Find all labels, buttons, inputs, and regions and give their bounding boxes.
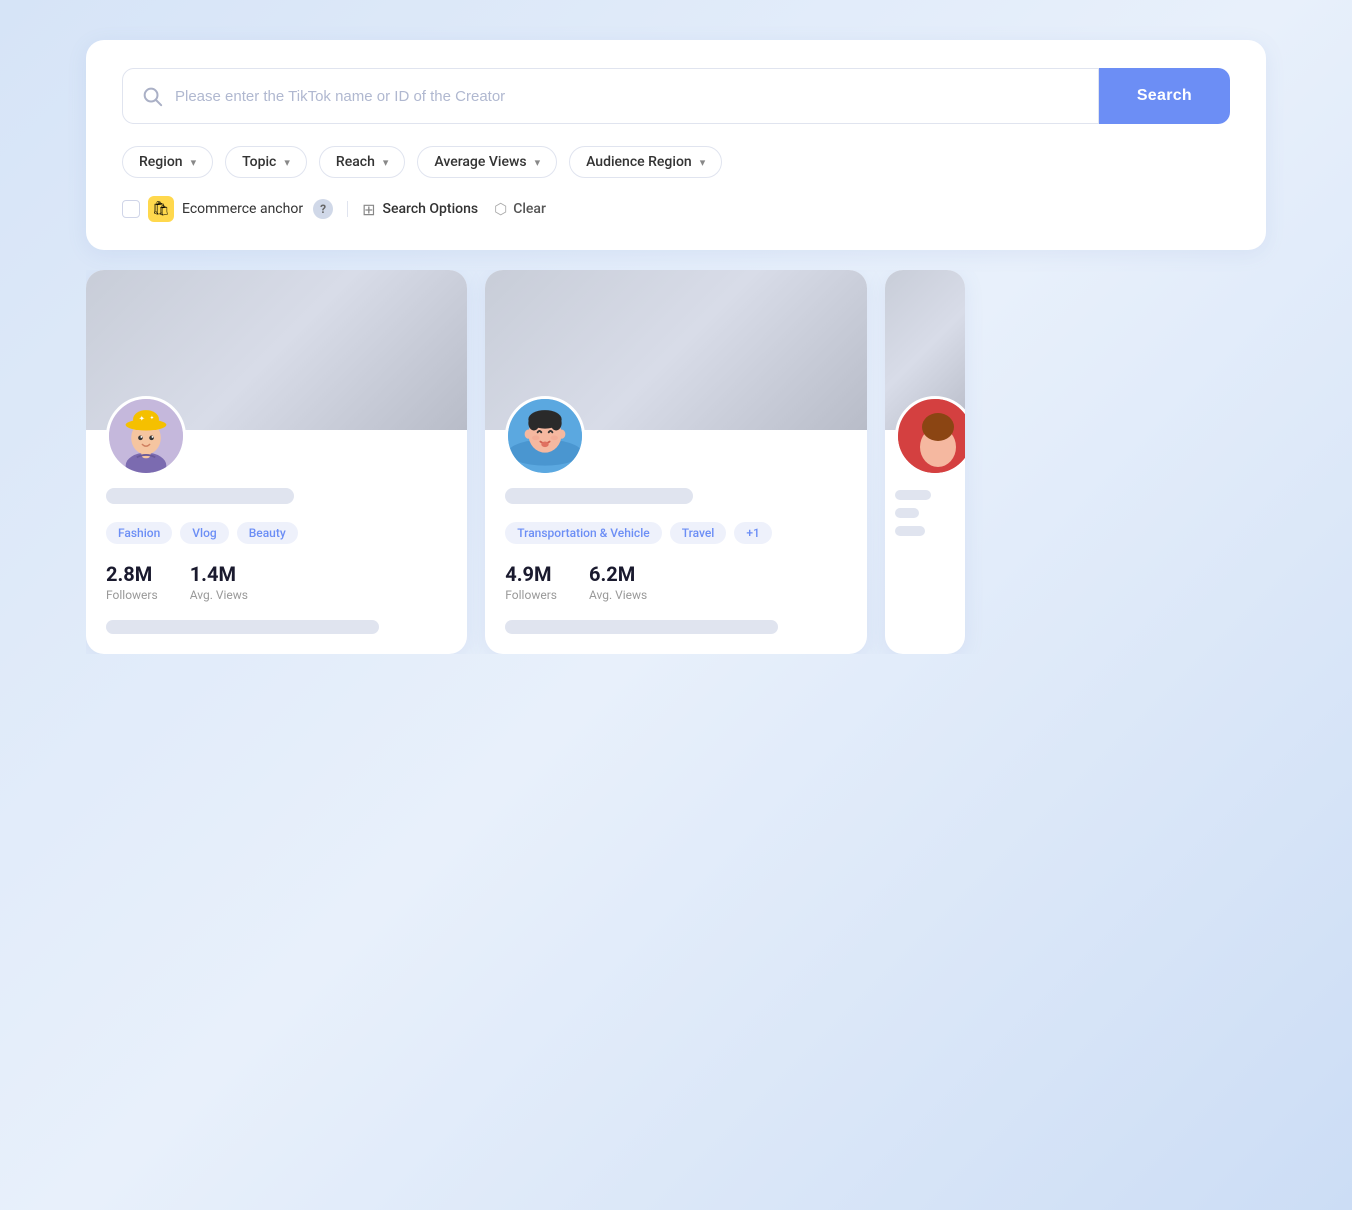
ecommerce-anchor-checkbox[interactable] (122, 200, 140, 218)
card-1-avatar: ✦ ✦ (106, 396, 186, 476)
options-row: 🛍 Ecommerce anchor ? ⊞ Search Options ⬡ … (122, 196, 1230, 222)
card-3-skel-3 (895, 526, 925, 536)
card-2-avatar (505, 396, 585, 476)
search-card: Search Region ▾ Topic ▾ Reach ▾ Average … (86, 40, 1266, 250)
card-2-body: Transportation & Vehicle Travel +1 4.9M … (485, 430, 866, 654)
divider (347, 201, 348, 217)
filter-row: Region ▾ Topic ▾ Reach ▾ Average Views ▾… (122, 146, 1230, 178)
card-2-followers-label: Followers (505, 588, 557, 602)
ecommerce-bag-icon: 🛍 (148, 196, 174, 222)
card-2-tag-transportation[interactable]: Transportation & Vehicle (505, 522, 661, 544)
card-2-avg-views-value: 6.2M (589, 562, 647, 586)
avatar-3-illustration (898, 399, 965, 476)
card-1-body: ✦ ✦ Fashion Vlog Beauty 2.8M (86, 430, 467, 654)
card-2-name-skeleton (505, 488, 693, 504)
card-1-avg-views-value: 1.4M (190, 562, 248, 586)
main-container: Search Region ▾ Topic ▾ Reach ▾ Average … (86, 40, 1266, 654)
card-3-avatar (895, 396, 965, 476)
card-2-action-skeleton (505, 620, 778, 634)
sliders-icon: ⊞ (362, 200, 375, 219)
creator-card-2[interactable]: Transportation & Vehicle Travel +1 4.9M … (485, 270, 866, 654)
avg-views-chevron-icon: ▾ (535, 156, 541, 169)
card-1-avg-views-label: Avg. Views (190, 588, 248, 602)
reach-dropdown[interactable]: Reach ▾ (319, 146, 405, 178)
audience-region-dropdown[interactable]: Audience Region ▾ (569, 146, 722, 178)
card-2-followers-value: 4.9M (505, 562, 557, 586)
card-2-tags: Transportation & Vehicle Travel +1 (505, 522, 846, 544)
avatar-2-illustration (508, 399, 582, 473)
cards-area: ✦ ✦ Fashion Vlog Beauty 2.8M (86, 270, 1266, 654)
search-row: Search (122, 68, 1230, 124)
card-2-avatar-wrap (505, 396, 846, 476)
card-1-tag-fashion[interactable]: Fashion (106, 522, 172, 544)
card-1-followers: 2.8M Followers (106, 562, 158, 602)
creator-card-3-partial[interactable] (885, 270, 965, 654)
card-2-avg-views: 6.2M Avg. Views (589, 562, 647, 602)
card-3-body (885, 430, 965, 560)
region-dropdown[interactable]: Region ▾ (122, 146, 213, 178)
card-1-name-skeleton (106, 488, 294, 504)
card-1-tags: Fashion Vlog Beauty (106, 522, 447, 544)
clear-icon: ⬡ (494, 200, 507, 218)
creator-card-1[interactable]: ✦ ✦ Fashion Vlog Beauty 2.8M (86, 270, 467, 654)
card-1-stats: 2.8M Followers 1.4M Avg. Views (106, 562, 447, 602)
card-2-followers: 4.9M Followers (505, 562, 557, 602)
reach-chevron-icon: ▾ (383, 156, 389, 169)
search-options-button[interactable]: ⊞ Search Options (362, 200, 478, 219)
card-2-avg-views-label: Avg. Views (589, 588, 647, 602)
card-2-stats: 4.9M Followers 6.2M Avg. Views (505, 562, 846, 602)
card-1-tag-beauty[interactable]: Beauty (237, 522, 298, 544)
topic-chevron-icon: ▾ (284, 156, 290, 169)
card-1-avatar-wrap: ✦ ✦ (106, 396, 447, 476)
card-1-action-skeleton (106, 620, 379, 634)
svg-text:✦: ✦ (150, 414, 155, 421)
search-input[interactable] (175, 88, 1080, 105)
clear-button[interactable]: ⬡ Clear (494, 200, 546, 218)
ecommerce-anchor-wrap: 🛍 Ecommerce anchor ? (122, 196, 333, 222)
card-1-avg-views: 1.4M Avg. Views (190, 562, 248, 602)
card-3-skel-1 (895, 490, 931, 500)
svg-text:✦: ✦ (139, 414, 145, 423)
audience-region-chevron-icon: ▾ (700, 156, 706, 169)
help-icon[interactable]: ? (313, 199, 333, 219)
card-3-skel-2 (895, 508, 919, 518)
card-1-tag-vlog[interactable]: Vlog (180, 522, 228, 544)
ecommerce-anchor-label: Ecommerce anchor (182, 201, 303, 217)
card-1-followers-value: 2.8M (106, 562, 158, 586)
average-views-dropdown[interactable]: Average Views ▾ (417, 146, 557, 178)
search-input-wrap (122, 68, 1099, 124)
region-chevron-icon: ▾ (191, 156, 197, 169)
avatar-1-illustration: ✦ ✦ (109, 399, 183, 473)
search-icon (141, 85, 163, 107)
search-button[interactable]: Search (1099, 68, 1230, 124)
card-1-followers-label: Followers (106, 588, 158, 602)
topic-dropdown[interactable]: Topic ▾ (225, 146, 307, 178)
card-2-tag-more[interactable]: +1 (734, 522, 771, 544)
card-2-tag-travel[interactable]: Travel (670, 522, 727, 544)
